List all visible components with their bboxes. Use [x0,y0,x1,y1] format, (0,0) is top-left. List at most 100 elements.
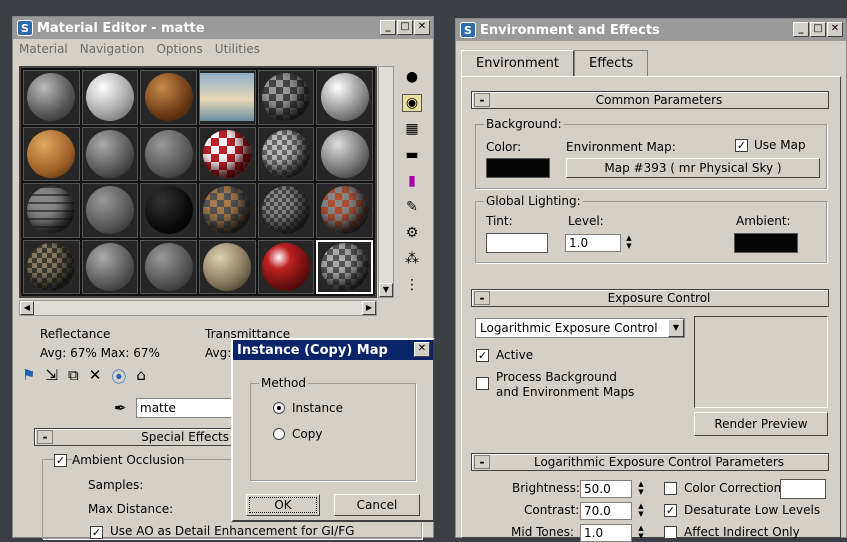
material-slot[interactable] [81,239,139,294]
select-by-material-icon[interactable]: ⁂ [402,250,422,268]
max-distance-label: Max Distance: [88,502,174,516]
use-ao-detail-checkbox[interactable]: ✓ [90,526,103,539]
env-logo-icon: S [460,22,476,38]
material-slot[interactable] [316,239,373,294]
background-checker-icon[interactable]: ▦ [402,120,422,138]
contrast-spinner[interactable]: 70.0 [580,502,632,520]
special-effects-rollout[interactable]: - Special Effects [34,428,234,446]
material-slot[interactable] [81,70,139,125]
use-map-checkbox[interactable]: ✓ [735,139,748,152]
tab-environment[interactable]: Environment [461,50,575,76]
material-slot[interactable] [23,239,80,294]
dialog-close-button[interactable]: ✕ [414,342,430,357]
material-slot[interactable] [81,126,139,181]
log-exposure-params-rollout[interactable]: - Logarithmic Exposure Control Parameter… [471,453,829,471]
material-navigator-icon[interactable]: ⋮ [402,276,422,294]
cancel-button[interactable]: Cancel [334,494,420,516]
environment-map-button[interactable]: Map #393 ( mr Physical Sky ) [566,158,820,178]
assign-to-selection-icon[interactable]: ⧉ [68,366,79,387]
common-parameters-rollout[interactable]: - Common Parameters [471,91,829,109]
ok-button[interactable]: OK [246,494,320,516]
material-slot[interactable] [23,70,80,125]
scroll-left-arrow-icon[interactable]: ◀ [20,301,34,315]
midtones-spinner-arrows-icon[interactable]: ▲ ▼ [636,524,646,542]
environment-title: Environment and Effects [480,22,660,38]
material-slot[interactable] [257,70,315,125]
active-label: Active [496,348,534,362]
exposure-control-rollout[interactable]: - Exposure Control [471,289,829,307]
menu-utilities[interactable]: Utilities [215,42,260,56]
material-slot[interactable] [81,183,139,238]
sample-uv-tiling-icon[interactable]: ▬ [402,146,422,164]
scroll-right-arrow-icon[interactable]: ▶ [362,301,376,315]
active-checkbox[interactable]: ✓ [476,349,489,362]
midtones-spinner[interactable]: 1.0 [580,524,632,542]
material-slot[interactable] [140,70,197,125]
copy-radio[interactable] [273,428,285,440]
material-slot[interactable] [140,239,197,294]
color-correction-swatch[interactable] [780,479,826,499]
material-name-field[interactable]: matte [136,398,236,418]
material-slot[interactable] [316,70,373,125]
contrast-spinner-arrows-icon[interactable]: ▲ ▼ [636,502,646,520]
exposure-type-dropdown[interactable]: Logarithmic Exposure Control ▼ [475,318,685,338]
tab-effects[interactable]: Effects [574,50,649,76]
instance-radio[interactable] [273,402,285,414]
material-slot[interactable] [199,70,256,125]
affect-indirect-checkbox[interactable] [664,526,677,539]
material-slot[interactable] [23,126,80,181]
put-to-library-icon[interactable]: ⌂ [136,366,146,387]
desaturate-checkbox[interactable]: ✓ [664,504,677,517]
reset-map-icon[interactable]: ✕ [89,366,102,387]
render-preview-button[interactable]: Render Preview [694,412,828,436]
options-icon[interactable]: ⚙ [402,224,422,242]
ambient-swatch[interactable] [734,233,798,253]
env-maximize-button[interactable]: □ [810,22,826,37]
level-spinner-arrows-icon[interactable]: ▲ ▼ [624,234,634,252]
material-slot[interactable] [199,183,256,238]
scroll-down-arrow-icon[interactable]: ▼ [379,283,393,297]
minimize-button[interactable]: _ [380,20,396,35]
color-correction-checkbox[interactable] [664,482,677,495]
make-preview-icon[interactable]: ✎ [402,198,422,216]
common-parameters-title: Common Parameters [595,93,723,107]
material-slot[interactable] [199,126,256,181]
video-color-check-icon[interactable]: ▮ [402,172,422,190]
level-spinner[interactable]: 1.0 [565,234,621,252]
menu-navigation[interactable]: Navigation [80,42,145,56]
eyedropper-icon[interactable]: ✒ [114,399,127,417]
background-color-swatch[interactable] [486,158,550,178]
env-close-button[interactable]: ✕ [827,22,843,37]
close-button[interactable]: ✕ [414,20,430,35]
ambient-occlusion-checkbox[interactable]: ✓ [54,454,67,467]
material-editor-titlebar[interactable]: S Material Editor - matte _ □ ✕ [13,17,433,39]
process-background-checkbox[interactable] [476,377,489,390]
tint-swatch[interactable] [486,233,548,253]
level-label: Level: [568,214,604,228]
get-material-icon[interactable]: ⚑ [22,366,35,387]
maximize-button[interactable]: □ [397,20,413,35]
material-slot[interactable] [257,239,315,294]
put-to-scene-icon[interactable]: ⇲ [45,366,58,387]
material-editor-menubar: Material Navigation Options Utilities [13,39,433,59]
sample-type-sphere-icon[interactable]: ● [402,68,422,86]
material-slot[interactable] [23,183,80,238]
material-slot[interactable] [316,126,373,181]
material-slot[interactable] [257,126,315,181]
slot-horizontal-scrollbar[interactable]: ◀ ▶ [19,300,377,316]
dialog-titlebar[interactable]: Instance (Copy) Map ✕ [233,340,433,360]
brightness-spinner[interactable]: 50.0 [580,480,632,498]
backlight-icon[interactable]: ◉ [402,94,422,112]
slot-vertical-scrollbar[interactable]: ▼ [378,66,394,298]
brightness-spinner-arrows-icon[interactable]: ▲ ▼ [636,480,646,498]
environment-titlebar[interactable]: S Environment and Effects _ □ ✕ [456,19,846,41]
make-unique-icon[interactable]: ⦿ [111,366,126,387]
material-slot[interactable] [140,126,197,181]
material-slot[interactable] [257,183,315,238]
material-slot[interactable] [140,183,197,238]
material-slot[interactable] [316,183,373,238]
menu-options[interactable]: Options [156,42,202,56]
menu-material[interactable]: Material [19,42,68,56]
env-minimize-button[interactable]: _ [793,22,809,37]
material-slot[interactable] [199,239,256,294]
